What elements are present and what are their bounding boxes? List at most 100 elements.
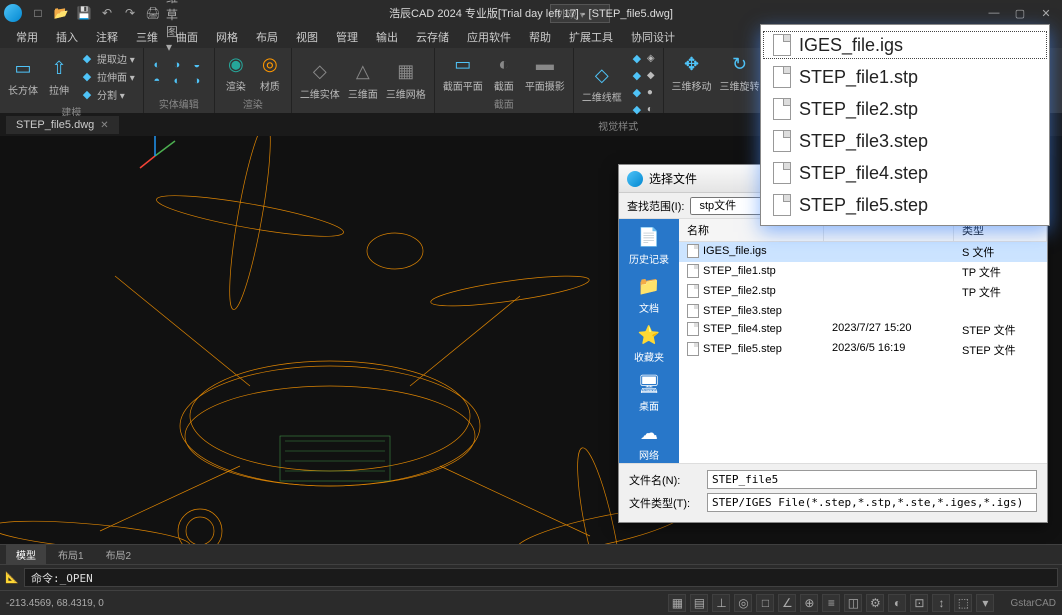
status-toggle[interactable]: ↕	[932, 594, 950, 612]
menu-item[interactable]: 常用	[8, 27, 46, 47]
new-icon[interactable]: □	[28, 3, 48, 23]
ribbon-button[interactable]: ▦三维网格	[384, 58, 428, 103]
ribbon-small-button[interactable]: ◓	[150, 74, 164, 88]
redo-icon[interactable]: ↷	[120, 3, 140, 23]
sidebar-shortcut[interactable]: 🖥桌面	[635, 372, 663, 413]
ribbon-button[interactable]: ▭长方体	[6, 54, 40, 99]
minimize-button[interactable]: —	[982, 4, 1006, 22]
ribbon-button[interactable]: ◐截面	[489, 50, 519, 95]
maximize-button[interactable]: ▢	[1008, 4, 1032, 22]
sidebar-shortcut[interactable]: 📁文档	[635, 274, 663, 315]
otrack-toggle[interactable]: ∠	[778, 594, 796, 612]
file-row[interactable]: STEP_file2.stpTP 文件	[679, 282, 1047, 302]
ribbon-small-button[interactable]: ◆提取边 ▾	[78, 50, 137, 67]
autocomplete-item[interactable]: STEP_file1.stp	[761, 61, 1049, 93]
menu-item[interactable]: 注释	[88, 27, 126, 47]
status-toggle[interactable]: ⊡	[910, 594, 928, 612]
ribbon-small-button[interactable]: ◑	[170, 58, 184, 72]
status-toggle[interactable]: ◐	[888, 594, 906, 612]
open-icon[interactable]: 📂	[51, 3, 71, 23]
qat-dropdown[interactable]: 二维草图 ▾	[166, 3, 186, 23]
menu-item[interactable]: 网格	[208, 27, 246, 47]
桌面-icon: 🖥	[635, 372, 663, 396]
ribbon-button[interactable]: ◇二维线框	[580, 61, 624, 106]
dialog-sidebar: 📄历史记录 📁文档 ⭐收藏夹 🖥桌面 ☁网络	[619, 219, 679, 463]
ribbon-button-label: 截面平面	[443, 78, 483, 93]
view-tab[interactable]: 模型	[6, 545, 46, 564]
osnap-toggle[interactable]: □	[756, 594, 774, 612]
ribbon-small-button[interactable]: ◐	[150, 58, 164, 72]
ribbon-button[interactable]: ▬平面摄影	[523, 50, 567, 95]
file-row[interactable]: STEP_file3.step	[679, 302, 1047, 320]
autocomplete-label: STEP_file2.stp	[799, 99, 918, 120]
autocomplete-item[interactable]: STEP_file3.step	[761, 125, 1049, 157]
file-row[interactable]: STEP_file4.step2023/7/27 15:20STEP 文件	[679, 320, 1047, 340]
ribbon-small-button[interactable]: ◆◆	[628, 67, 657, 83]
menu-item[interactable]: 帮助	[521, 27, 559, 47]
ribbon-small-button[interactable]: ◆●	[628, 84, 657, 100]
ribbon-button[interactable]: △三维面	[346, 58, 380, 103]
ribbon-button[interactable]: ◉渲染	[221, 50, 251, 95]
ribbon-button[interactable]: ✥三维移动	[670, 50, 714, 95]
ribbon-small-button[interactable]: ◑	[190, 74, 204, 88]
ribbon-button[interactable]: ↻三维旋转	[718, 50, 762, 95]
polar-toggle[interactable]: ◎	[734, 594, 752, 612]
sidebar-shortcut[interactable]: 📄历史记录	[629, 225, 669, 266]
autocomplete-item[interactable]: STEP_file5.step	[761, 189, 1049, 221]
autocomplete-item[interactable]: IGES_file.igs	[761, 29, 1049, 61]
filename-input[interactable]	[707, 470, 1037, 489]
ribbon-small-button[interactable]: ◆拉伸面 ▾	[78, 68, 137, 85]
status-toggle[interactable]: ⚙	[866, 594, 884, 612]
sidebar-shortcut-label: 文档	[639, 300, 659, 315]
close-button[interactable]: ✕	[1034, 4, 1058, 22]
status-toggle[interactable]: ⬚	[954, 594, 972, 612]
menu-item[interactable]: 三维	[128, 27, 166, 47]
dyn-toggle[interactable]: ⊕	[800, 594, 818, 612]
ribbon-small-button[interactable]: ◆◈	[628, 50, 657, 66]
ribbon-button[interactable]: ⇧拉伸	[44, 54, 74, 99]
menu-item[interactable]: 协同设计	[623, 27, 683, 47]
file-row[interactable]: IGES_file.igsS 文件	[679, 242, 1047, 262]
ribbon-button[interactable]: ◎材质	[255, 50, 285, 95]
close-icon[interactable]: ✕	[100, 120, 108, 131]
save-icon[interactable]: 💾	[74, 3, 94, 23]
undo-icon[interactable]: ↶	[97, 3, 117, 23]
ribbon-small-button[interactable]: ◐	[170, 74, 184, 88]
ribbon-group: ◇二维线框◆◈◆◆◆●◆◐视觉样式	[574, 48, 664, 113]
command-input[interactable]	[24, 568, 1058, 587]
app-logo[interactable]	[4, 4, 22, 22]
grid-toggle[interactable]: ▤	[690, 594, 708, 612]
filetype-combo[interactable]: STEP/IGES File(*.step,*.stp,*.ste,*.iges…	[707, 493, 1037, 512]
ribbon-icon: ◇	[308, 60, 332, 84]
ribbon-button[interactable]: ▭截面平面	[441, 50, 485, 95]
autocomplete-item[interactable]: STEP_file2.stp	[761, 93, 1049, 125]
view-tab[interactable]: 布局1	[48, 545, 94, 564]
menu-item[interactable]: 管理	[328, 27, 366, 47]
ortho-toggle[interactable]: ⊥	[712, 594, 730, 612]
menu-item[interactable]: 云存储	[408, 27, 457, 47]
menu-item[interactable]: 布局	[248, 27, 286, 47]
sidebar-shortcut[interactable]: ☁网络	[635, 421, 663, 462]
ribbon-small-button[interactable]: ◆◐	[628, 101, 657, 117]
file-row[interactable]: STEP_file1.stpTP 文件	[679, 262, 1047, 282]
window-controls: — ▢ ✕	[982, 4, 1058, 22]
autocomplete-item[interactable]: STEP_file4.step	[761, 157, 1049, 189]
view-tab[interactable]: 布局2	[96, 545, 142, 564]
model-toggle[interactable]: ◫	[844, 594, 862, 612]
ribbon-button[interactable]: ◇二维实体	[298, 58, 342, 103]
menu-item[interactable]: 插入	[48, 27, 86, 47]
file-icon	[687, 304, 699, 318]
menu-item[interactable]: 扩展工具	[561, 27, 621, 47]
menu-item[interactable]: 输出	[368, 27, 406, 47]
ribbon-small-button[interactable]: ◒	[190, 58, 204, 72]
sidebar-shortcut[interactable]: ⭐收藏夹	[634, 323, 664, 364]
ribbon-small-button[interactable]: ◆分割 ▾	[78, 86, 137, 103]
status-toggle[interactable]: ▾	[976, 594, 994, 612]
menu-item[interactable]: 视图	[288, 27, 326, 47]
print-icon[interactable]: 🖨	[143, 3, 163, 23]
lwt-toggle[interactable]: ≡	[822, 594, 840, 612]
snap-toggle[interactable]: ▦	[668, 594, 686, 612]
file-row[interactable]: STEP_file5.step2023/6/5 16:19STEP 文件	[679, 340, 1047, 360]
menu-item[interactable]: 应用软件	[459, 27, 519, 47]
document-tab[interactable]: STEP_file5.dwg ✕	[6, 116, 119, 134]
